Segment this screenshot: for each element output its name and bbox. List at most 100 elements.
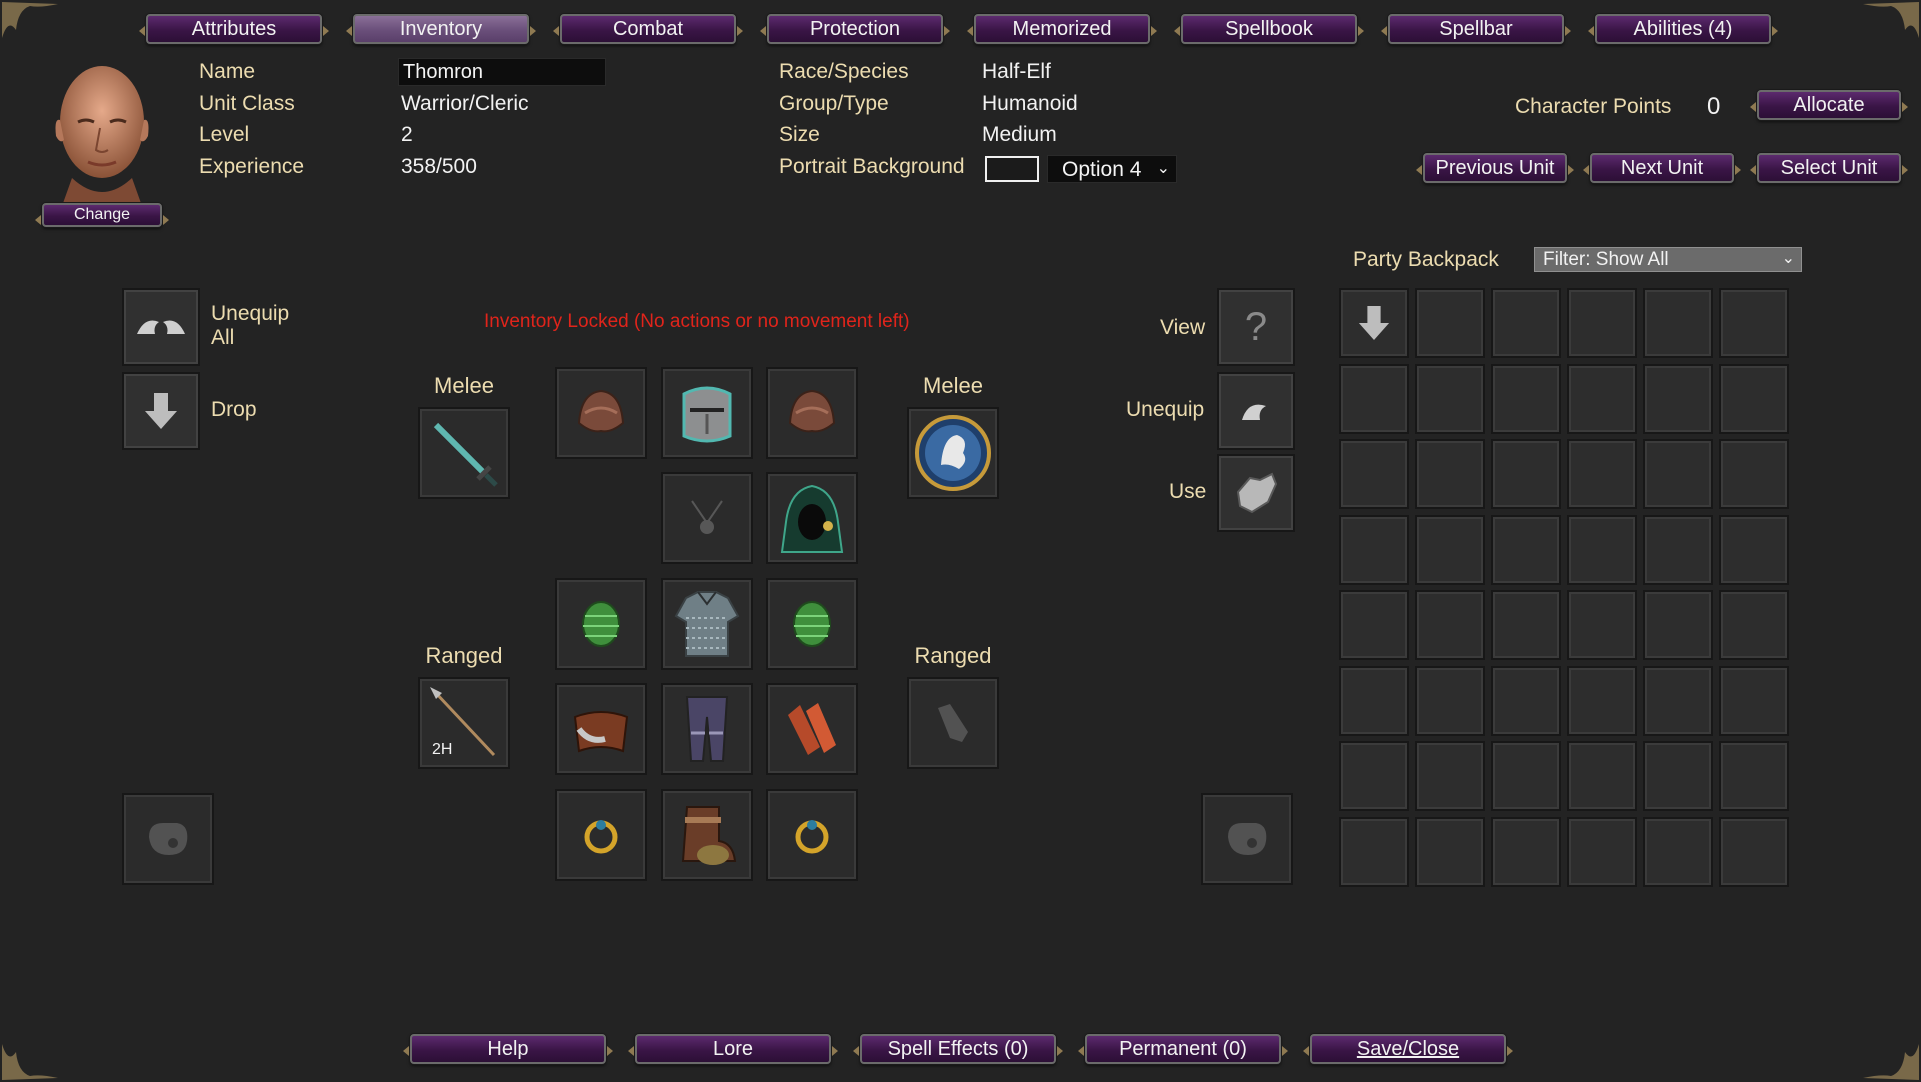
permanent-button[interactable]: Permanent (0) [1078,1034,1288,1064]
portrait-background-swatch[interactable] [985,156,1039,182]
size-value: Medium [982,123,1057,146]
use-button[interactable] [1217,454,1295,532]
backpack-slot[interactable] [1567,288,1637,358]
quick-slot-left[interactable] [122,793,214,885]
backpack-slot[interactable] [1415,288,1485,358]
slot-body-armor[interactable] [661,578,753,670]
backpack-slot[interactable] [1491,665,1561,736]
tab-attributes[interactable]: Attributes [139,14,329,44]
backpack-slot[interactable] [1643,665,1713,736]
slot-bracer-left[interactable] [555,578,647,670]
slot-shoulder-right[interactable] [766,367,858,459]
backpack-slot[interactable] [1339,439,1409,509]
save-close-button[interactable]: Save/Close [1303,1034,1513,1064]
backpack-slot[interactable] [1415,363,1485,434]
tab-protection[interactable]: Protection [760,14,950,44]
help-button[interactable]: Help [403,1034,613,1064]
backpack-slot[interactable] [1339,816,1409,887]
slot-shoulder-left[interactable] [555,367,647,459]
quick-slot-right[interactable] [1201,793,1293,885]
slot-helmet[interactable] [661,367,753,459]
backpack-slot[interactable] [1415,816,1485,887]
backpack-slot[interactable] [1491,816,1561,887]
spell-effects-button[interactable]: Spell Effects (0) [853,1034,1063,1064]
tab-abilities[interactable]: Abilities (4) [1588,14,1778,44]
previous-unit-button[interactable]: Previous Unit [1416,153,1574,183]
backpack-slot[interactable] [1643,741,1713,811]
slot-boots[interactable] [661,789,753,881]
view-button[interactable]: ? [1217,288,1295,366]
backpack-slot[interactable] [1567,741,1637,811]
backpack-slot[interactable] [1491,514,1561,585]
backpack-slot[interactable] [1567,665,1637,736]
backpack-slot[interactable] [1339,363,1409,434]
backpack-filter-select[interactable]: Filter: Show All ⌄ [1534,247,1802,272]
backpack-slot[interactable] [1567,363,1637,434]
slot-belt[interactable] [555,683,647,775]
backpack-slot[interactable] [1339,514,1409,585]
slot-legs[interactable] [661,683,753,775]
backpack-slot[interactable] [1719,288,1789,358]
unit-class-label: Unit Class [199,92,295,115]
slot-amulet[interactable] [661,472,753,564]
backpack-slot[interactable] [1567,439,1637,509]
backpack-slot[interactable] [1415,439,1485,509]
unequip-all-button[interactable] [122,288,200,366]
tab-spellbook[interactable]: Spellbook [1174,14,1364,44]
backpack-slot[interactable] [1719,665,1789,736]
backpack-slot[interactable] [1719,741,1789,811]
drop-button[interactable] [122,372,200,450]
backpack-slot[interactable] [1339,590,1409,660]
backpack-slot[interactable] [1567,590,1637,660]
backpack-slot[interactable] [1491,590,1561,660]
tab-spellbar[interactable]: Spellbar [1381,14,1571,44]
slot-ring-right[interactable] [766,789,858,881]
backpack-slot[interactable] [1567,514,1637,585]
slot-ring-left[interactable] [555,789,647,881]
backpack-slot[interactable] [1415,665,1485,736]
change-portrait-button[interactable]: Change [35,203,169,227]
tab-combat[interactable]: Combat [553,14,743,44]
lore-button[interactable]: Lore [628,1034,838,1064]
unequip-button[interactable] [1217,372,1295,450]
backpack-slot[interactable] [1339,741,1409,811]
backpack-slot[interactable] [1415,590,1485,660]
next-unit-button[interactable]: Next Unit [1583,153,1741,183]
backpack-drop-slot[interactable] [1339,288,1409,358]
portrait-background-select[interactable]: Option 4 ⌄ [1047,155,1177,183]
backpack-slot[interactable] [1643,288,1713,358]
backpack-slot[interactable] [1719,514,1789,585]
slot-melee-main[interactable] [418,407,510,499]
backpack-slot[interactable] [1643,363,1713,434]
backpack-slot[interactable] [1719,816,1789,887]
corner-ornament-bottom-right [1863,1044,1919,1080]
allocate-button[interactable]: Allocate [1750,90,1908,120]
backpack-slot[interactable] [1643,439,1713,509]
slot-ranged-offhand[interactable] [907,677,999,769]
backpack-slot[interactable] [1643,816,1713,887]
backpack-slot[interactable] [1339,665,1409,736]
backpack-slot[interactable] [1643,590,1713,660]
tab-inventory[interactable]: Inventory [346,14,536,44]
backpack-slot[interactable] [1719,439,1789,509]
tab-memorized[interactable]: Memorized [967,14,1157,44]
slot-melee-offhand[interactable] [907,407,999,499]
backpack-slot[interactable] [1491,439,1561,509]
level-value: 2 [401,123,413,146]
backpack-slot[interactable] [1415,741,1485,811]
backpack-slot[interactable] [1491,288,1561,358]
select-unit-button[interactable]: Select Unit [1750,153,1908,183]
backpack-slot[interactable] [1491,363,1561,434]
backpack-slot[interactable] [1491,741,1561,811]
backpack-slot[interactable] [1643,514,1713,585]
backpack-slot[interactable] [1415,514,1485,585]
name-field[interactable]: Thomron [398,58,606,86]
slot-gloves[interactable] [766,683,858,775]
backpack-slot[interactable] [1567,816,1637,887]
slot-cloak[interactable] [766,472,858,564]
slot-ranged-main[interactable]: 2H [418,677,510,769]
backpack-slot[interactable] [1719,590,1789,660]
backpack-slot[interactable] [1719,363,1789,434]
character-portrait[interactable] [42,58,162,206]
slot-bracer-right[interactable] [766,578,858,670]
